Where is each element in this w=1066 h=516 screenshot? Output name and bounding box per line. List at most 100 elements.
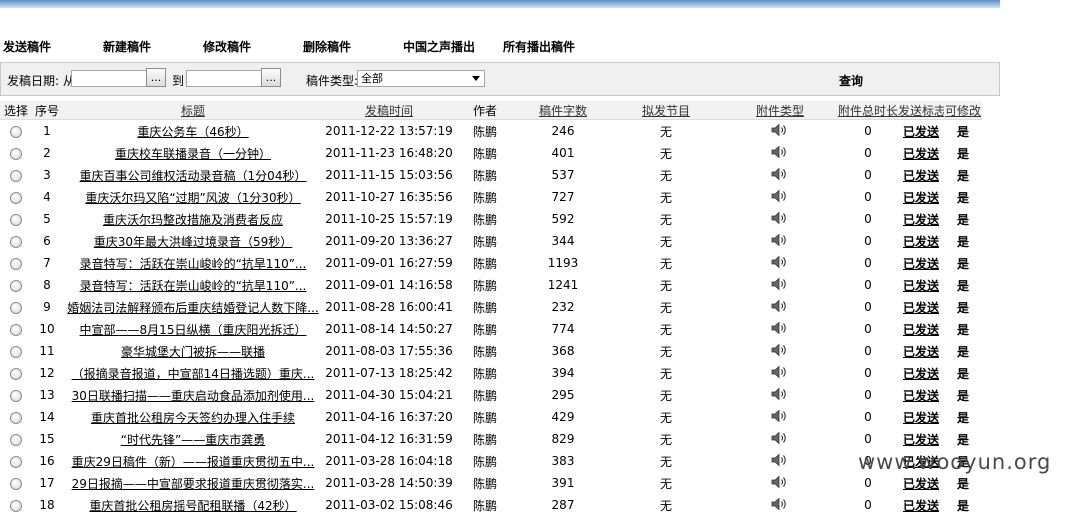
row-title-cell: 29日报摘——中宣部要求报道重庆贯彻落实...	[62, 472, 324, 494]
speaker-icon[interactable]	[771, 211, 789, 228]
speaker-icon[interactable]	[771, 475, 789, 492]
date-from-input[interactable]	[71, 70, 147, 87]
row-title-link[interactable]: 重庆公务车（46秒）	[137, 125, 248, 139]
row-title-link[interactable]: 录音特写：活跃在崇山峻岭的“抗旱110”...	[80, 279, 307, 293]
col-attach-length[interactable]: 附件总时长	[838, 101, 898, 120]
query-button[interactable]: 查询	[839, 72, 863, 89]
date-to-picker-button[interactable]: ...	[261, 68, 281, 87]
row-title-link[interactable]: 中宣部——8月15日纵横（重庆阳光拆迁）	[80, 323, 307, 337]
send-manuscript-button[interactable]: 发送稿件	[3, 38, 51, 55]
row-select-radio[interactable]	[10, 367, 22, 380]
col-attach-type[interactable]: 附件类型	[722, 101, 838, 120]
type-select[interactable]: 全部	[357, 70, 485, 87]
row-title-link[interactable]: “时代先锋”——重庆市龚勇	[121, 433, 265, 447]
row-select-radio[interactable]	[10, 301, 22, 314]
row-select-radio[interactable]	[10, 235, 22, 248]
row-sent-link[interactable]: 已发送	[903, 257, 939, 271]
row-sent-link[interactable]: 已发送	[903, 279, 939, 293]
row-sent-link[interactable]: 已发送	[903, 389, 939, 403]
row-select-radio[interactable]	[10, 279, 22, 292]
row-duration: 0	[864, 212, 872, 226]
row-sent-link[interactable]: 已发送	[903, 367, 939, 381]
speaker-icon[interactable]	[771, 431, 789, 448]
col-title[interactable]: 标题	[62, 101, 324, 120]
row-select-radio[interactable]	[10, 411, 22, 424]
row-select-radio[interactable]	[10, 169, 22, 182]
row-sent-link[interactable]: 已发送	[903, 301, 939, 315]
speaker-icon[interactable]	[771, 321, 789, 338]
row-title-link[interactable]: 重庆29日稿件（新）——报道重庆贯彻五中...	[72, 455, 315, 469]
row-sent-link[interactable]: 已发送	[903, 499, 939, 513]
speaker-icon[interactable]	[771, 255, 789, 272]
row-sent-link[interactable]: 已发送	[903, 477, 939, 491]
speaker-icon[interactable]	[771, 145, 789, 162]
row-author: 陈鹏	[472, 300, 497, 315]
col-chars[interactable]: 稿件字数	[516, 101, 610, 120]
cnr-aired-button[interactable]: 中国之声播出	[403, 38, 475, 55]
row-select-radio[interactable]	[10, 455, 22, 468]
row-seq: 3	[43, 168, 51, 182]
row-title-link[interactable]: 重庆百事公司维权活动录音稿（1分04秒）	[80, 169, 307, 183]
row-title-link[interactable]: 重庆首批公租房摇号配租联播（42秒）	[89, 499, 296, 513]
col-editable[interactable]: 可修改	[944, 101, 982, 120]
row-sent-link[interactable]: 已发送	[903, 235, 939, 249]
row-title-link[interactable]: 重庆沃尔玛又陷“过期”风波（1分30秒）	[85, 191, 300, 205]
row-title-link[interactable]: 重庆30年最大洪峰过境录音（59秒）	[94, 235, 293, 249]
col-program[interactable]: 拟发节目	[610, 101, 722, 120]
row-select-radio[interactable]	[10, 345, 22, 358]
speaker-icon[interactable]	[771, 189, 789, 206]
delete-manuscript-button[interactable]: 删除稿件	[303, 38, 351, 55]
row-select-radio[interactable]	[10, 257, 22, 270]
row-select-radio[interactable]	[10, 499, 22, 512]
speaker-icon[interactable]	[771, 343, 789, 360]
date-to-input[interactable]	[186, 70, 262, 87]
speaker-icon[interactable]	[771, 387, 789, 404]
row-editable: 是	[956, 388, 969, 403]
row-title-link[interactable]: 重庆沃尔玛整改措施及消费者反应	[103, 213, 283, 227]
row-select-radio[interactable]	[10, 433, 22, 446]
row-chars: 592	[551, 212, 575, 226]
row-sent-link[interactable]: 已发送	[903, 191, 939, 205]
row-select-radio[interactable]	[10, 213, 22, 226]
row-sent-cell: 已发送	[898, 296, 944, 318]
row-select-radio[interactable]	[10, 147, 22, 160]
speaker-icon[interactable]	[771, 277, 789, 294]
speaker-icon[interactable]	[771, 167, 789, 184]
row-select-radio[interactable]	[10, 389, 22, 402]
speaker-icon[interactable]	[771, 299, 789, 316]
row-sent-link[interactable]: 已发送	[903, 433, 939, 447]
row-select-radio[interactable]	[10, 125, 22, 138]
row-select-radio[interactable]	[10, 323, 22, 336]
row-sent-link[interactable]: 已发送	[903, 323, 939, 337]
speaker-icon[interactable]	[771, 123, 789, 140]
col-sent-flag[interactable]: 发送标志	[898, 101, 944, 120]
row-title-link[interactable]: （报摘录音报道，中宣部14日播选题）重庆...	[72, 367, 315, 381]
new-manuscript-button[interactable]: 新建稿件	[103, 38, 151, 55]
edit-manuscript-button[interactable]: 修改稿件	[203, 38, 251, 55]
row-select-radio[interactable]	[10, 477, 22, 490]
row-title-link[interactable]: 重庆校车联播录音（一分钟）	[115, 147, 271, 161]
speaker-icon[interactable]	[771, 453, 789, 470]
row-duration: 0	[864, 190, 872, 204]
row-title-link[interactable]: 29日报摘——中宣部要求报道重庆贯彻落实...	[72, 477, 315, 491]
speaker-icon[interactable]	[771, 409, 789, 426]
row-title-link[interactable]: 重庆首批公租房今天签约办理入住手续	[91, 411, 295, 425]
row-title-link[interactable]: 30日联播扫描——重庆启动食品添加剂使用...	[72, 389, 315, 403]
date-from-picker-button[interactable]: ...	[146, 68, 166, 87]
row-title-link[interactable]: 豪华城堡大门被拆——联播	[121, 345, 265, 359]
row-sent-link[interactable]: 已发送	[903, 213, 939, 227]
row-title-link[interactable]: 婚姻法司法解释颁布后重庆结婚登记人数下降...	[67, 301, 318, 315]
row-sent-link[interactable]: 已发送	[903, 125, 939, 139]
col-time[interactable]: 发稿时间	[324, 101, 454, 120]
row-sent-link[interactable]: 已发送	[903, 147, 939, 161]
all-aired-button[interactable]: 所有播出稿件	[503, 38, 575, 55]
row-select-radio[interactable]	[10, 191, 22, 204]
row-sent-link[interactable]: 已发送	[903, 169, 939, 183]
speaker-icon[interactable]	[771, 497, 789, 514]
row-sent-link[interactable]: 已发送	[903, 411, 939, 425]
row-sent-link[interactable]: 已发送	[903, 345, 939, 359]
speaker-icon[interactable]	[771, 233, 789, 250]
speaker-icon[interactable]	[771, 365, 789, 382]
row-title-link[interactable]: 录音特写：活跃在崇山峻岭的“抗旱110”...	[80, 257, 307, 271]
row-duration: 0	[864, 344, 872, 358]
